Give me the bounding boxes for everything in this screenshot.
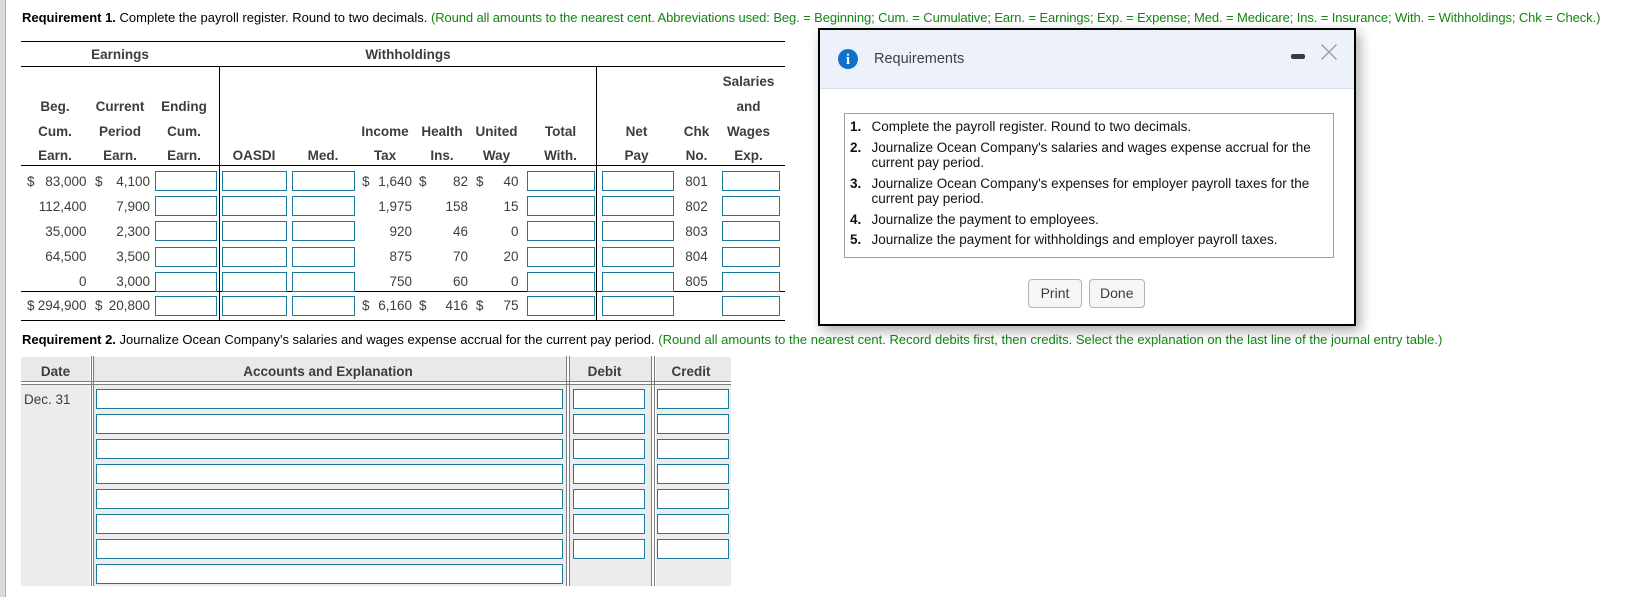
svg-text:i: i: [845, 52, 849, 68]
